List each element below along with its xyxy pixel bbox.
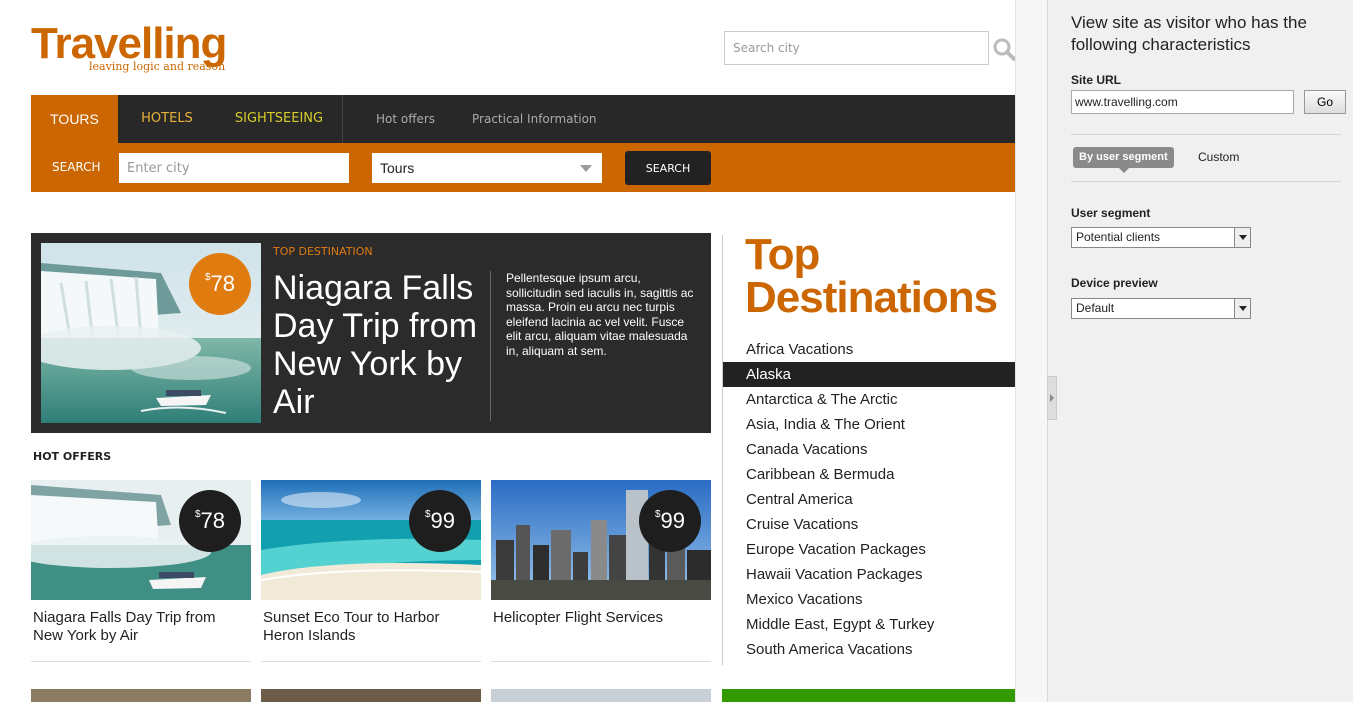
logo[interactable]: Travelling leaving logic and reason (31, 22, 251, 74)
offer-price: 99 (660, 508, 686, 533)
featured-price: 78 (210, 271, 236, 296)
nav-link-practical-info[interactable]: Practical Information (472, 95, 597, 143)
destination-list-item[interactable]: Africa Vacations (723, 337, 1015, 362)
search-button[interactable]: SEARCH (625, 151, 711, 185)
device-preview-label: Device preview (1071, 276, 1158, 290)
destination-list-item[interactable]: Caribbean & Bermuda (723, 462, 1015, 487)
offer-card[interactable]: $99 Helicopter Flight Services (491, 480, 711, 662)
currency-symbol: $ (424, 509, 431, 520)
offer-card[interactable]: $99 Sunset Eco Tour to Harbor Heron Isla… (261, 480, 481, 662)
user-segment-select[interactable]: Potential clients (1071, 227, 1251, 248)
destination-list-item[interactable]: Europe Vacation Packages (723, 537, 1015, 562)
destination-list-item[interactable]: Antarctica & The Arctic (723, 387, 1015, 412)
device-preview-select[interactable]: Default (1071, 298, 1251, 319)
offer-title[interactable]: Niagara Falls Day Trip from New York by … (33, 609, 243, 645)
tour-type-value: Tours (380, 160, 415, 176)
destination-list-item[interactable]: Alaska (723, 362, 1015, 387)
tour-search-bar: SEARCH Tours SEARCH (31, 143, 1015, 192)
logo-tagline: leaving logic and reason (89, 60, 226, 73)
offer-price-badge: $78 (179, 490, 241, 552)
offer-card[interactable]: $78 Niagara Falls Day Trip from New York… (31, 480, 251, 662)
offer-price: 78 (200, 508, 226, 533)
destination-list-item[interactable]: Asia, India & The Orient (723, 412, 1015, 437)
chevron-right-icon (1050, 394, 1054, 402)
featured-divider (490, 271, 491, 421)
search-icon[interactable] (992, 37, 1015, 61)
destinations-list: Africa Vacations Alaska Antarctica & The A… (723, 337, 1015, 662)
main-nav: TOURS HOTELS SIGHTSEEING Hot offers Prac… (31, 95, 1015, 143)
destination-list-item[interactable]: South America Vacations (723, 637, 1015, 662)
destination-list-item[interactable]: Middle East, Egypt & Turkey (723, 612, 1015, 637)
header-search-input[interactable] (724, 31, 989, 65)
panel-divider (1071, 134, 1341, 135)
chevron-down-icon (1234, 299, 1250, 318)
visitor-preview-panel: View site as visitor who has the followi… (1047, 0, 1353, 702)
featured-price-badge: $78 (189, 253, 251, 315)
offer-thumbnail-photo[interactable] (491, 689, 711, 702)
offer-price-badge: $99 (639, 490, 701, 552)
featured-destination[interactable]: $78 TOP DESTINATION Niagara Falls Day Tr… (31, 233, 711, 433)
featured-description: Pellentesque ipsum arcu, sollicitudin se… (506, 271, 694, 358)
currency-symbol: $ (654, 509, 661, 520)
city-input[interactable] (119, 153, 349, 183)
search-bar-label: SEARCH (52, 160, 101, 174)
featured-title[interactable]: Niagara Falls Day Trip from New York by … (273, 269, 488, 421)
site-preview: Travelling leaving logic and reason TOUR… (0, 0, 1015, 702)
preview-gutter (1015, 0, 1047, 702)
currency-symbol: $ (204, 272, 211, 283)
site-url-label: Site URL (1071, 73, 1122, 87)
panel-collapse-handle[interactable] (1047, 376, 1057, 420)
tour-type-select[interactable]: Tours (372, 153, 602, 183)
destination-list-item[interactable]: Canada Vacations (723, 437, 1015, 462)
user-segment-value: Potential clients (1076, 230, 1161, 244)
green-banner[interactable] (722, 689, 1015, 702)
user-segment-label: User segment (1071, 206, 1151, 220)
nav-tab-sightseeing[interactable]: SIGHTSEEING (216, 95, 343, 143)
panel-heading: View site as visitor who has the followi… (1071, 13, 1307, 54)
nav-tab-hotels[interactable]: HOTELS (118, 95, 216, 143)
tab-custom[interactable]: Custom (1198, 147, 1239, 168)
chevron-down-icon (580, 165, 592, 172)
hot-offers-heading: HOT OFFERS (33, 450, 112, 463)
offer-price-badge: $99 (409, 490, 471, 552)
device-preview-value: Default (1076, 301, 1115, 315)
destination-list-item[interactable]: Mexico Vacations (723, 587, 1015, 612)
nav-link-hot-offers[interactable]: Hot offers (376, 95, 435, 143)
site-url-input[interactable] (1071, 90, 1294, 114)
nav-tab-tours[interactable]: TOURS (31, 95, 118, 143)
go-button[interactable]: Go (1304, 90, 1346, 114)
destination-list-item[interactable]: Central America (723, 487, 1015, 512)
chevron-down-icon (1234, 228, 1250, 247)
offer-thumbnail-photo[interactable] (31, 689, 251, 702)
destinations-title: Top Destinations (745, 230, 998, 322)
offer-price: 99 (430, 508, 456, 533)
panel-divider (1071, 181, 1341, 182)
offer-title[interactable]: Helicopter Flight Services (493, 609, 703, 627)
featured-kicker: TOP DESTINATION (273, 245, 373, 258)
destination-list-item[interactable]: Hawaii Vacation Packages (723, 562, 1015, 587)
destination-list-item[interactable]: Cruise Vacations (723, 512, 1015, 537)
currency-symbol: $ (194, 509, 201, 520)
offer-title[interactable]: Sunset Eco Tour to Harbor Heron Islands (263, 609, 473, 645)
offer-thumbnail-photo[interactable] (261, 689, 481, 702)
tab-by-user-segment[interactable]: By user segment (1073, 147, 1174, 173)
